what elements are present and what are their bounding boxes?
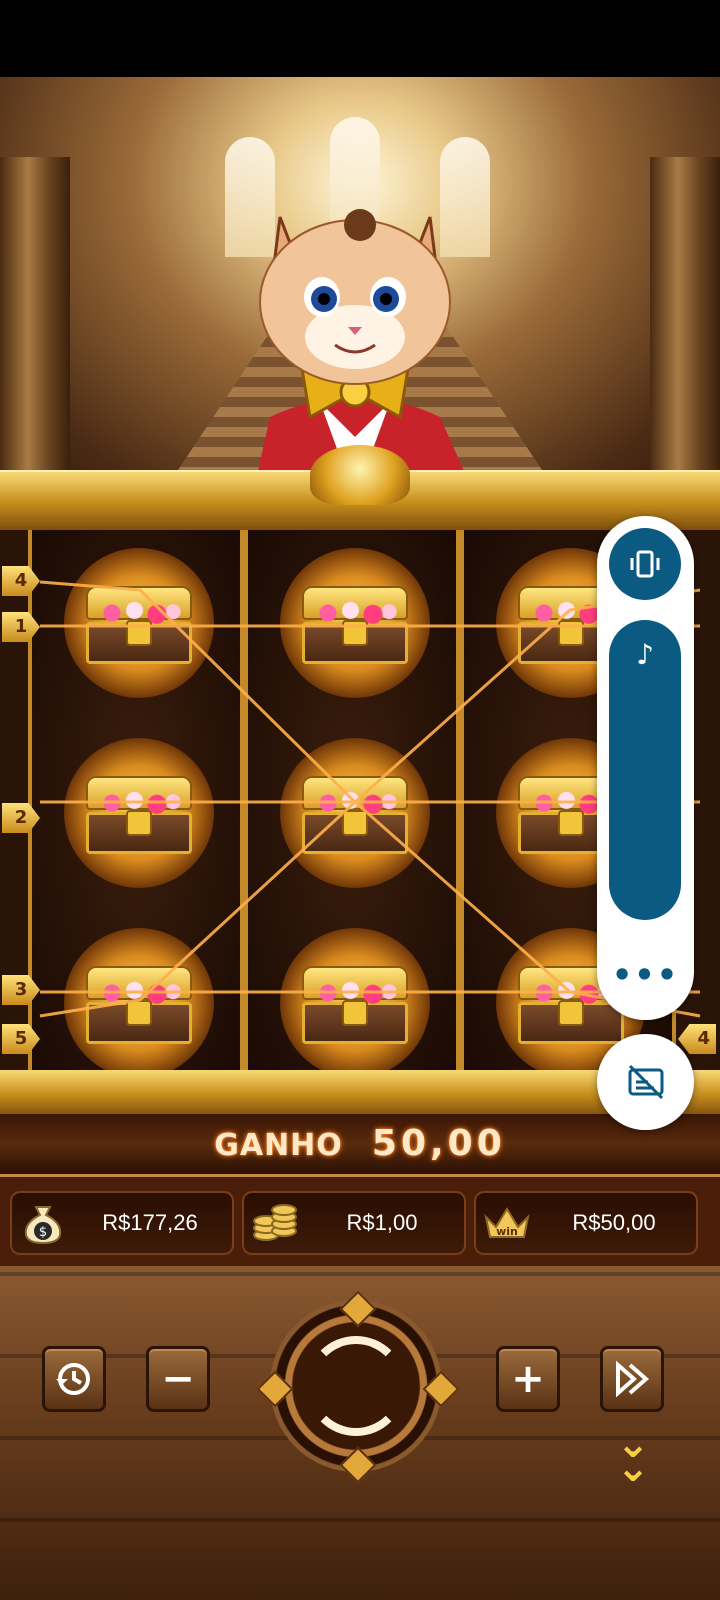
symbol-treasure-chest: [64, 738, 214, 888]
volume-overlay-panel: ♪ •••: [597, 516, 694, 1020]
info-bar: $ R$177,26 R$1,00 win R$50,00: [0, 1174, 720, 1269]
balance-box: $ R$177,26: [10, 1191, 234, 1255]
symbol-treasure-chest: [280, 738, 430, 888]
symbol-treasure-chest: [64, 548, 214, 698]
media-volume-slider[interactable]: ♪: [609, 620, 681, 920]
autoplay-button[interactable]: [42, 1346, 106, 1412]
crown-win-icon: win: [482, 1201, 532, 1247]
last-win-box: win R$50,00: [474, 1191, 698, 1255]
decrease-bet-button[interactable]: −: [146, 1346, 210, 1412]
coin-stack-icon: [250, 1201, 300, 1247]
autoplay-icon: [56, 1363, 90, 1395]
turbo-button[interactable]: [600, 1346, 664, 1412]
live-caption-button[interactable]: [597, 1034, 694, 1130]
money-bag-icon: $: [18, 1201, 68, 1247]
fast-forward-icon: [616, 1360, 650, 1398]
svg-text:$: $: [39, 1225, 47, 1240]
symbol-treasure-chest: [280, 548, 430, 698]
status-bar: [0, 0, 720, 77]
symbol-treasure-chest: [64, 928, 214, 1078]
music-note-icon: ♪: [636, 638, 654, 671]
pillar-left: [0, 157, 70, 497]
increase-bet-button[interactable]: +: [496, 1346, 560, 1412]
bet-box[interactable]: R$1,00: [242, 1191, 466, 1255]
last-win-value: R$50,00: [572, 1210, 656, 1235]
bet-value: R$1,00: [346, 1210, 418, 1235]
expand-chevron-icon[interactable]: ⌄ ⌄: [608, 1424, 658, 1488]
vibrate-icon: [630, 550, 660, 578]
game-background-scene: [0, 77, 720, 497]
win-value: 50,00: [371, 1123, 506, 1164]
vibrate-mode-button[interactable]: [609, 528, 681, 600]
balance-value: R$177,26: [102, 1210, 198, 1235]
golden-shell-crest: [310, 445, 410, 505]
more-options-button[interactable]: •••: [597, 956, 694, 994]
svg-text:win: win: [496, 1225, 518, 1238]
spin-arrows-icon: [306, 1336, 406, 1436]
win-display: GANHO 50,00: [0, 1114, 720, 1174]
captions-off-icon: [628, 1064, 663, 1100]
pillar-right: [650, 157, 720, 497]
win-label: GANHO: [214, 1128, 343, 1163]
symbol-treasure-chest: [280, 928, 430, 1078]
